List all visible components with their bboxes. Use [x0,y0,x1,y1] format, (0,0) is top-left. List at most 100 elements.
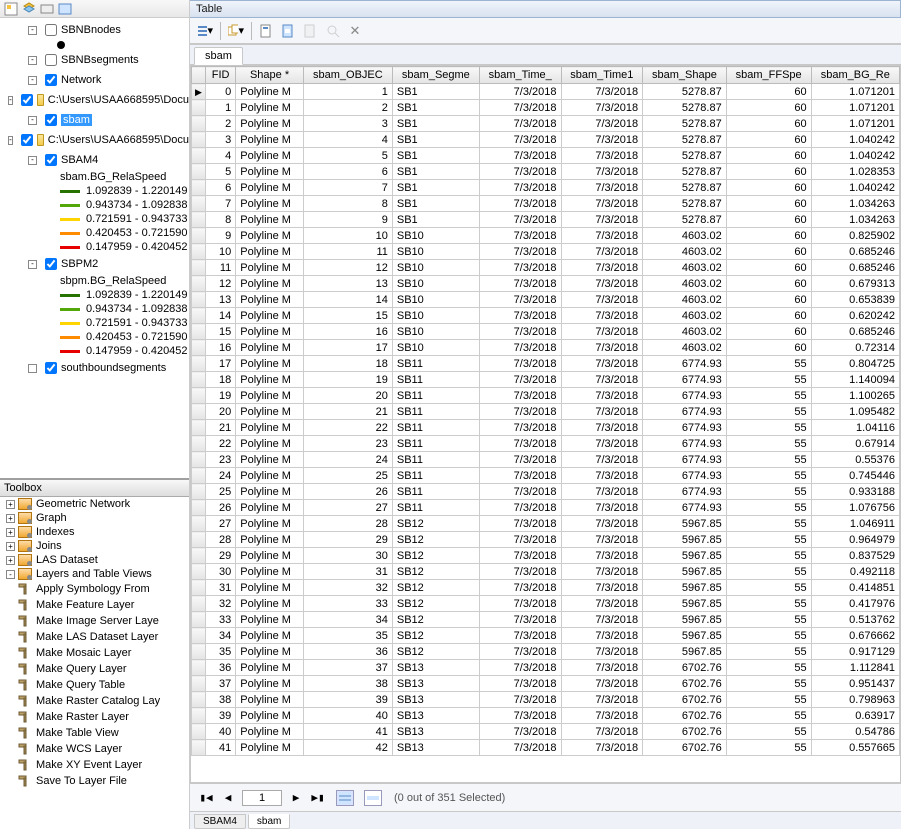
table-cell[interactable]: 7/3/2018 [561,724,643,740]
bottom-tab-sbam4[interactable]: SBAM4 [194,814,246,829]
table-cell[interactable]: 4603.02 [643,340,727,356]
table-cell[interactable]: 7/3/2018 [561,276,643,292]
toc-item[interactable]: sbpm.BG_RelaSpeed [0,274,189,288]
table-cell[interactable]: 1.071201 [811,116,899,132]
table-cell[interactable]: 12 [303,260,392,276]
table-cell[interactable]: Polyline M [236,644,304,660]
table-cell[interactable]: Polyline M [236,564,304,580]
table-row[interactable]: 33Polyline M34SB127/3/20187/3/20185967.8… [192,612,900,628]
table-cell[interactable]: 17 [206,356,236,372]
tool-item[interactable]: Make Table View [0,725,189,741]
table-cell[interactable]: 7/3/2018 [561,116,643,132]
table-cell[interactable]: 60 [726,164,811,180]
table-cell[interactable]: 5967.85 [643,564,727,580]
table-cell[interactable]: 7/3/2018 [479,612,561,628]
table-cell[interactable]: 37 [303,660,392,676]
table-cell[interactable]: 7/3/2018 [479,660,561,676]
table-cell[interactable]: 0.685246 [811,244,899,260]
table-row[interactable]: 31Polyline M32SB127/3/20187/3/20185967.8… [192,580,900,596]
table-cell[interactable]: 18 [206,372,236,388]
record-number-input[interactable] [242,790,282,806]
table-cell[interactable]: 2 [206,116,236,132]
table-row[interactable]: ▶0Polyline M1SB17/3/20187/3/20185278.876… [192,84,900,100]
table-cell[interactable]: 0.513762 [811,612,899,628]
table-cell[interactable]: 35 [206,644,236,660]
table-cell[interactable]: SB13 [392,692,479,708]
table-cell[interactable]: 7/3/2018 [561,740,643,756]
table-cell[interactable]: 7/3/2018 [479,468,561,484]
expand-icon[interactable]: - [28,26,37,35]
table-cell[interactable]: 1.140094 [811,372,899,388]
table-cell[interactable]: Polyline M [236,724,304,740]
table-cell[interactable]: 60 [726,324,811,340]
table-cell[interactable]: 55 [726,532,811,548]
table-cell[interactable]: 10 [206,244,236,260]
table-cell[interactable]: SB10 [392,340,479,356]
table-cell[interactable]: 0.417976 [811,596,899,612]
row-header[interactable] [192,340,206,356]
table-cell[interactable]: 7/3/2018 [479,244,561,260]
table-cell[interactable]: 60 [726,308,811,324]
table-cell[interactable]: 7/3/2018 [561,100,643,116]
table-cell[interactable]: 20 [303,388,392,404]
table-cell[interactable]: 38 [303,676,392,692]
table-cell[interactable]: 55 [726,644,811,660]
table-cell[interactable]: 4 [206,148,236,164]
table-cell[interactable]: SB10 [392,260,479,276]
row-header[interactable] [192,580,206,596]
list-by-drawing-order-icon[interactable] [4,2,18,16]
table-cell[interactable]: 22 [206,436,236,452]
table-cell[interactable]: 6702.76 [643,660,727,676]
table-cell[interactable]: 1.100265 [811,388,899,404]
table-cell[interactable]: 1.04116 [811,420,899,436]
expand-icon[interactable] [28,364,37,373]
table-cell[interactable]: 7/3/2018 [561,196,643,212]
table-row[interactable]: 1Polyline M2SB17/3/20187/3/20185278.8760… [192,100,900,116]
table-cell[interactable]: 7/3/2018 [561,420,643,436]
expand-icon[interactable]: + [6,500,15,509]
table-cell[interactable]: 7/3/2018 [479,580,561,596]
toc-item[interactable] [0,40,189,50]
table-cell[interactable]: 1 [303,84,392,100]
table-cell[interactable]: SB10 [392,244,479,260]
table-cell[interactable]: 19 [303,372,392,388]
layer-checkbox[interactable] [21,94,33,106]
toolset-item[interactable]: +Indexes [0,525,189,539]
table-cell[interactable]: 5967.85 [643,612,727,628]
table-cell[interactable]: 7/3/2018 [479,484,561,500]
expand-icon[interactable]: - [8,136,13,145]
table-cell[interactable]: 7/3/2018 [561,692,643,708]
table-cell[interactable]: 55 [726,516,811,532]
toc-item[interactable]: southboundsegments [0,358,189,378]
table-cell[interactable]: 7/3/2018 [479,692,561,708]
table-cell[interactable]: SB10 [392,324,479,340]
layer-checkbox[interactable] [45,24,57,36]
row-header[interactable] [192,116,206,132]
bottom-tab-sbam[interactable]: sbam [248,814,290,829]
table-cell[interactable]: 0.492118 [811,564,899,580]
table-cell[interactable]: 4603.02 [643,228,727,244]
table-row[interactable]: 41Polyline M42SB137/3/20187/3/20186702.7… [192,740,900,756]
row-header[interactable] [192,628,206,644]
attribute-table[interactable]: FIDShape *sbam_OBJECsbam_Segmesbam_Time_… [190,65,901,783]
table-cell[interactable]: 36 [303,644,392,660]
table-row[interactable]: 25Polyline M26SB117/3/20187/3/20186774.9… [192,484,900,500]
toc-item[interactable]: 0.420453 - 0.721590 [0,330,189,344]
layer-checkbox[interactable] [45,154,57,166]
table-cell[interactable]: 55 [726,660,811,676]
row-header[interactable] [192,244,206,260]
row-header[interactable] [192,516,206,532]
table-cell[interactable]: 55 [726,708,811,724]
row-header[interactable] [192,148,206,164]
row-header[interactable] [192,260,206,276]
table-cell[interactable]: Polyline M [236,532,304,548]
table-cell[interactable]: Polyline M [236,580,304,596]
row-header[interactable] [192,452,206,468]
table-cell[interactable]: Polyline M [236,516,304,532]
table-row[interactable]: 13Polyline M14SB107/3/20187/3/20184603.0… [192,292,900,308]
table-cell[interactable]: 60 [726,132,811,148]
column-header[interactable]: Shape * [236,67,304,84]
toc-item[interactable]: -Network [0,70,189,90]
row-header[interactable] [192,724,206,740]
table-cell[interactable]: 7/3/2018 [479,740,561,756]
